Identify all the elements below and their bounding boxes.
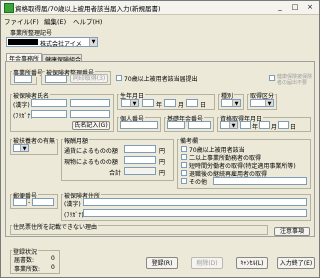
shikaku-day-unit: 日 (290, 124, 297, 131)
chevron-down-icon: ▼ (130, 100, 138, 107)
address-kanji-input[interactable] (83, 198, 307, 206)
bikou-label: 備考欄 (179, 136, 200, 145)
surname-kanji-input[interactable] (31, 99, 67, 107)
mynumber-input[interactable] (120, 121, 158, 129)
kiso-input-2[interactable] (188, 121, 211, 129)
chevron-down-icon: ▼ (265, 100, 273, 107)
reason-label: 住民票住所を記載できない理由 (12, 222, 99, 231)
kiso-input-1[interactable] (167, 121, 185, 129)
delete-button[interactable]: 削除(D) (191, 257, 223, 269)
zip-hyphen: - (28, 199, 31, 206)
birth-day-unit: 日 (200, 102, 207, 109)
birth-year-input[interactable] (142, 99, 154, 107)
bikou-checkbox-5[interactable] (181, 178, 187, 184)
chevron-down-icon: ▼ (20, 145, 28, 152)
seiri-button[interactable]: 同印取得(3) (70, 74, 108, 83)
givenname-kanji-input[interactable] (70, 99, 110, 107)
bikou-checkbox-1[interactable] (181, 146, 187, 152)
over70-checkbox[interactable] (116, 75, 122, 81)
register-people-label: 事業所数: (14, 266, 41, 273)
menu-help[interactable]: ヘルプ(H) (73, 16, 102, 26)
register-button[interactable]: 登録(R) (146, 257, 178, 269)
seiri-input[interactable] (45, 75, 67, 83)
name-fill-button[interactable]: 氏名記入(G) (72, 121, 110, 130)
bikou-checkbox-4[interactable] (181, 170, 187, 176)
office-select[interactable]: 株式会社アイメ ▼ (6, 37, 98, 48)
address-kana-label: (ﾌﾘｶﾞﾅ) (64, 212, 84, 219)
menu-edit[interactable]: 編集(E) (44, 16, 66, 26)
shikaku-month-unit: 月 (271, 124, 278, 131)
pay-goods-label: 現物によるものの額 (64, 159, 118, 166)
name-kana-label: (ﾌﾘｶﾞﾅ) (13, 113, 33, 120)
birth-day-input[interactable] (186, 99, 198, 107)
fuyou-select[interactable]: ▼ (13, 144, 29, 152)
pay-label: 報酬月額 (63, 136, 90, 145)
close-button[interactable]: × (303, 2, 317, 12)
pay-total-value (124, 167, 156, 175)
kubun-select[interactable]: ▼ (250, 99, 274, 107)
birth-month-unit: 月 (178, 102, 185, 109)
maximize-button[interactable]: □ (288, 2, 302, 12)
birth-era-select[interactable]: ▼ (121, 99, 139, 107)
office-name-value: 株式会社アイメ (40, 41, 82, 48)
surname-kana-input[interactable] (31, 110, 67, 118)
over70-label: 70歳以上被用者該当届提出 (124, 76, 198, 83)
bikou-item-5: その他 (189, 179, 208, 186)
givenname-kana-input[interactable] (70, 110, 110, 118)
shikaku-year-input[interactable] (240, 121, 251, 129)
pay-goods-unit: 円 (159, 159, 166, 166)
chevron-down-icon: ▼ (89, 38, 97, 46)
pay-goods-input[interactable] (124, 156, 156, 164)
shikaku-era-select[interactable]: ▼ (220, 121, 238, 129)
birth-year-unit: 年 (156, 102, 163, 109)
name-kanji-label: (漢字) (13, 102, 30, 109)
notes-button[interactable]: 注意事項 (274, 227, 310, 236)
main-window: 資格取得届/70歳以上被用者該当届入力(新規届書) _ □ × ファイル(F) … (0, 0, 320, 278)
sex-select[interactable]: ▼ (221, 99, 241, 107)
pay-currency-unit: 円 (159, 148, 166, 155)
cancel-button[interactable]: ｷｬﾝｾﾙ(L) (236, 257, 268, 269)
register-count-value: 0 (51, 255, 55, 262)
chevron-down-icon: ▼ (229, 122, 237, 129)
bikou-checkbox-3[interactable] (181, 162, 187, 168)
register-count-label: 届書数: (14, 257, 35, 264)
menu-file[interactable]: ファイル(F) (4, 16, 39, 26)
kenpo-label: 健康保険被保険者の届出不要 (277, 74, 313, 86)
pay-currency-label: 通貨によるものの額 (64, 148, 118, 155)
minimize-button[interactable]: _ (273, 2, 287, 12)
register-people-value: 0 (51, 264, 55, 271)
address-kanji-label: (漢字) (64, 201, 81, 208)
zip-input-1[interactable] (13, 198, 27, 206)
shikaku-month-input[interactable] (259, 121, 270, 129)
office-group-label: 事業所整理記号 (10, 30, 53, 37)
insured-no-input[interactable] (14, 75, 32, 83)
title-bar: 資格取得届/70歳以上被用者該当届入力(新規届書) _ □ × (1, 1, 319, 15)
birth-month-input[interactable] (164, 99, 176, 107)
pay-currency-input[interactable] (124, 145, 156, 153)
shikaku-year-unit: 年 (252, 124, 259, 131)
kenpo-checkbox[interactable] (269, 75, 275, 81)
app-icon (4, 3, 14, 13)
pay-total-unit: 円 (159, 170, 166, 177)
bikou-checkbox-2[interactable] (181, 154, 187, 160)
shikaku-day-input[interactable] (278, 121, 289, 129)
chevron-down-icon: ▼ (232, 100, 240, 107)
pay-total-label: 合計 (109, 170, 122, 177)
zip-input-2[interactable] (32, 198, 54, 206)
office-code-redacted (8, 39, 38, 45)
window-title: 資格取得届/70歳以上被用者該当届入力(新規届書) (15, 5, 161, 13)
address-kana-input[interactable] (83, 209, 307, 217)
bikou-other-input[interactable] (213, 177, 307, 185)
finish-button[interactable]: 入力終了(E) (277, 257, 315, 269)
